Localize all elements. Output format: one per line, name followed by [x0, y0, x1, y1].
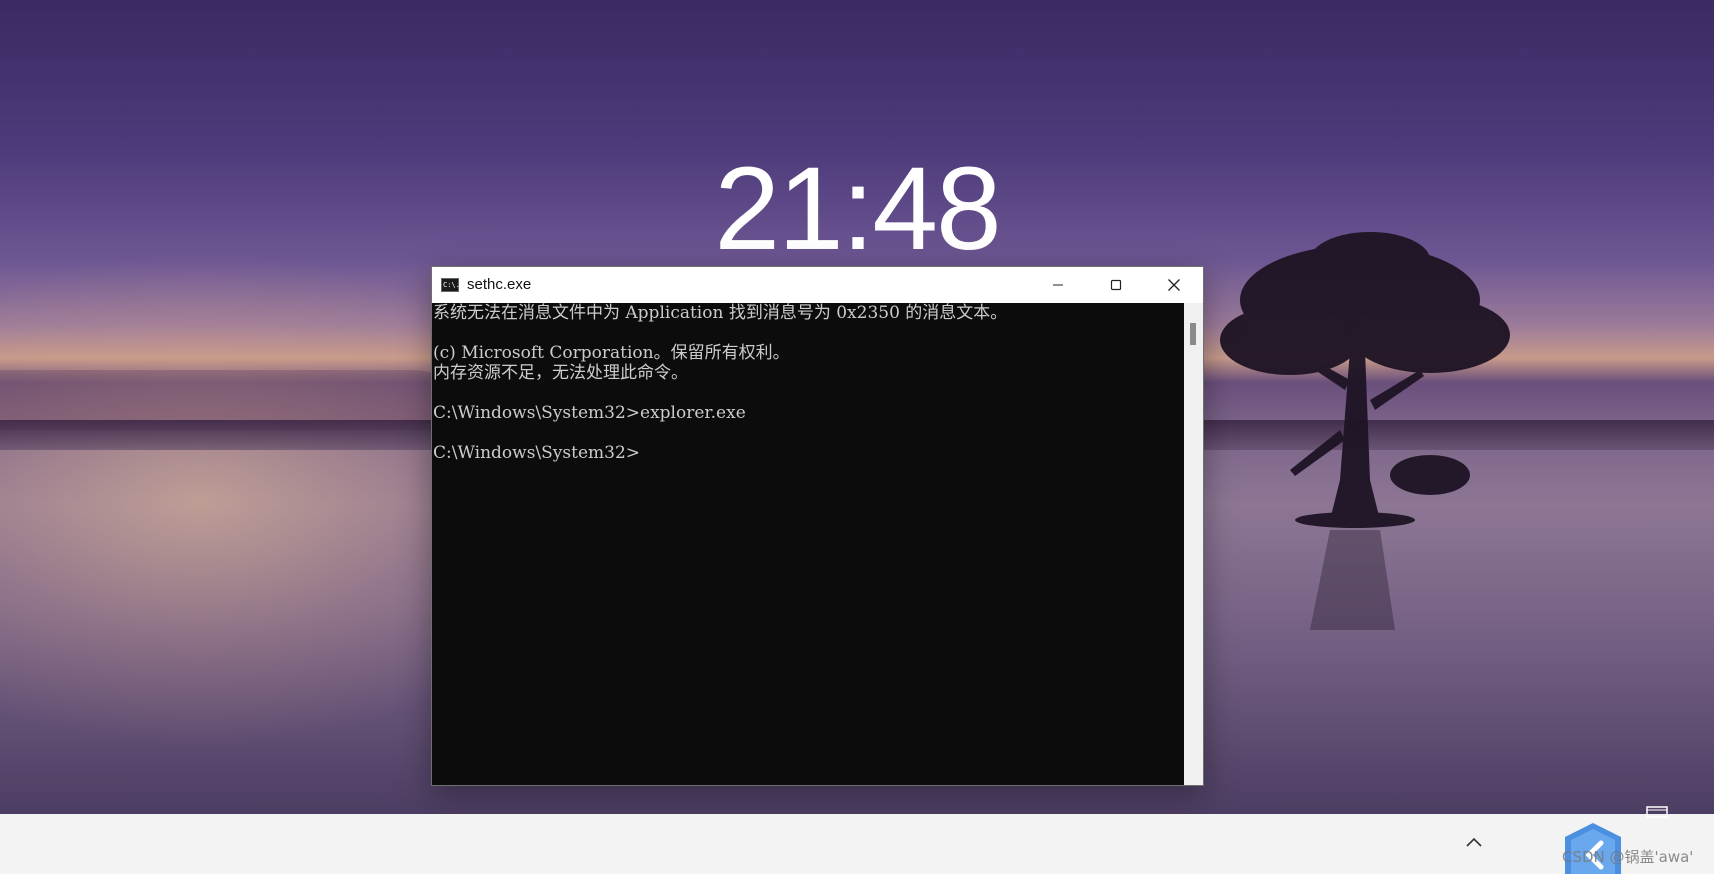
- console-output[interactable]: 系统无法在消息文件中为 Application 找到消息号为 0x2350 的消…: [432, 303, 1184, 785]
- console-prompt[interactable]: C:\Windows\System32>: [433, 443, 640, 463]
- maximize-button[interactable]: [1087, 267, 1145, 303]
- vertical-scrollbar[interactable]: [1184, 303, 1203, 785]
- console-line: C:\Windows\System32>explorer.exe: [433, 403, 746, 423]
- taskbar: [0, 814, 1714, 874]
- scrollbar-thumb[interactable]: [1190, 323, 1196, 345]
- chevron-up-icon: [1466, 837, 1482, 847]
- tree-silhouette: [1220, 232, 1510, 630]
- maximize-icon: [1110, 279, 1122, 291]
- show-hidden-icons-button[interactable]: [1462, 830, 1486, 854]
- minimize-icon: [1053, 284, 1063, 286]
- title-bar[interactable]: C:\. sethc.exe: [432, 267, 1203, 303]
- watermark: CSDN @锅盖'awa': [1562, 848, 1694, 866]
- desktop-peek-icon[interactable]: [1646, 806, 1668, 818]
- close-icon: [1168, 279, 1180, 291]
- console-line: 内存资源不足，无法处理此命令。: [433, 363, 688, 383]
- minimize-button[interactable]: [1029, 267, 1087, 303]
- console-line: 系统无法在消息文件中为 Application 找到消息号为 0x2350 的消…: [433, 303, 1008, 323]
- window-title: sethc.exe: [467, 276, 532, 293]
- console-line: (c) Microsoft Corporation。保留所有权利。: [433, 343, 790, 363]
- console-window[interactable]: C:\. sethc.exe 系统无法在消息文件中为 Application 找…: [431, 266, 1204, 786]
- lock-screen-clock: 21:48: [714, 143, 1001, 275]
- console-icon: C:\.: [441, 278, 460, 292]
- close-button[interactable]: [1145, 267, 1203, 303]
